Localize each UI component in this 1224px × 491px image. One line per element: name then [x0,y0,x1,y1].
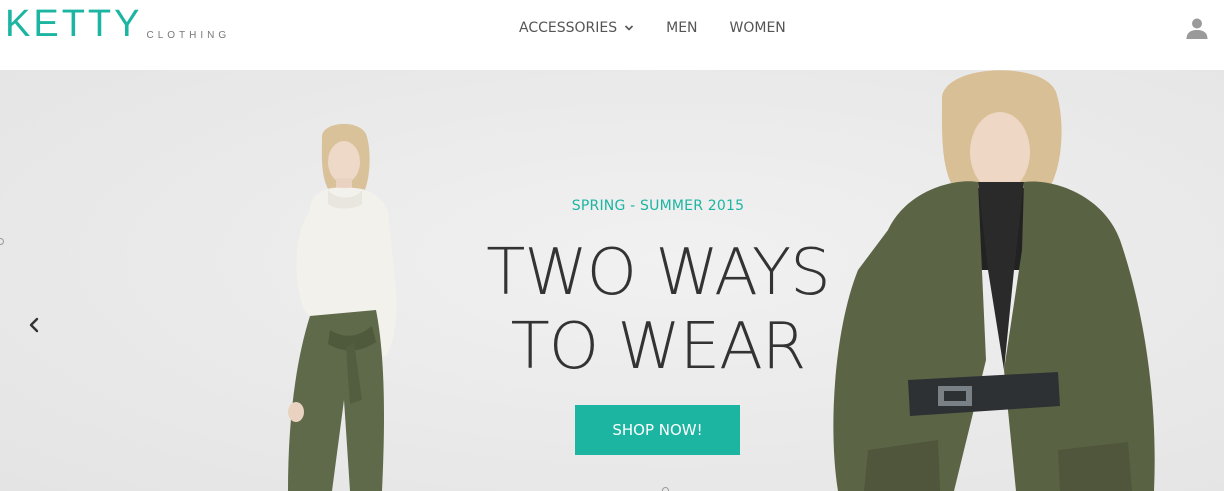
hero-headline-line2: TO WEAR [510,310,807,384]
nav-item-label: MEN [666,20,698,36]
nav-item-men[interactable]: MEN [666,17,697,39]
user-icon[interactable] [1185,16,1209,40]
nav-item-label: WOMEN [729,20,786,36]
hero-headline: TWO WAYS TO WEAR [0,236,1224,384]
shop-now-button[interactable]: SHOP NOW! [575,405,740,455]
slider-pagination-dot[interactable] [662,487,669,491]
nav-item-accessories[interactable]: ACCESSORIES [519,17,634,39]
hero-slider: SPRING - SUMMER 2015 TWO WAYS TO WEAR SH… [0,70,1224,491]
main-nav: ACCESSORIES MEN WOMEN [519,17,786,39]
hero-eyebrow: SPRING - SUMMER 2015 [571,198,745,214]
brand-name: KETTY [5,3,143,45]
nav-item-women[interactable]: WOMEN [730,17,786,39]
brand-logo[interactable]: KETTY CLOTHING [5,4,230,44]
brand-tagline: CLOTHING [146,30,231,41]
site-header: KETTY CLOTHING ACCESSORIES MEN WOMEN [0,0,1224,70]
chevron-down-icon [625,25,634,31]
hero-headline-line1: TWO WAYS [486,236,830,310]
nav-item-label: ACCESSORIES [519,20,618,36]
